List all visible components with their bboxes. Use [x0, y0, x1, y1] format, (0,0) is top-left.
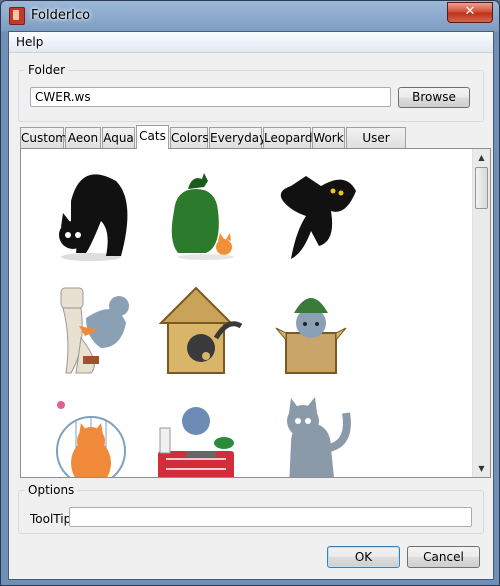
menu-help[interactable]: Help [16, 35, 43, 49]
ok-button[interactable]: OK [327, 546, 400, 568]
app-icon [9, 7, 25, 25]
tooltip-input[interactable] [69, 507, 472, 527]
toilet-cat-art [60, 287, 129, 374]
app-window: FolderIco ✕ Help Folder Browse CustomAeo… [0, 0, 500, 586]
tab-aqua[interactable]: Aqua [102, 127, 135, 148]
tab-work[interactable]: Work [312, 127, 345, 148]
icon-gallery: ▲ ▼ [20, 148, 491, 478]
green-bush-cat-art [171, 173, 234, 260]
tab-everyday[interactable]: Everyday [209, 127, 266, 148]
green-bush-cat-icon[interactable] [146, 157, 246, 265]
doghouse-cat-icon[interactable] [146, 274, 246, 382]
scroll-thumb[interactable] [475, 167, 488, 209]
black-cat-art [59, 174, 128, 261]
birdcage-cat-icon[interactable] [41, 389, 141, 477]
folder-label: Folder [25, 63, 69, 77]
close-button[interactable]: ✕ [447, 2, 493, 23]
folder-input[interactable] [30, 87, 391, 107]
tab-colors[interactable]: Colors [170, 127, 209, 148]
doghouse-cat-art [158, 286, 243, 374]
menu-bar: Help [9, 32, 493, 53]
bat-cat-art [280, 176, 356, 259]
cancel-button[interactable]: Cancel [407, 546, 480, 568]
tab-custom[interactable]: Custom [20, 127, 67, 148]
tab-user-icons[interactable]: User Icons [346, 127, 406, 165]
box-helmet-cat-art [275, 298, 347, 374]
gray-cat-art [287, 397, 351, 477]
toilet-cat-icon[interactable] [41, 274, 141, 382]
scroll-down-button[interactable]: ▼ [473, 460, 490, 477]
tab-leopard[interactable]: Leopard [263, 127, 313, 148]
birdcage-cat-art [56, 401, 126, 477]
gray-cat-icon[interactable] [261, 389, 361, 477]
browse-button[interactable]: Browse [398, 87, 470, 108]
tooltip-label: ToolTip [30, 512, 72, 526]
title-bar[interactable]: FolderIco ✕ [1, 1, 499, 31]
bat-cat-icon[interactable] [261, 157, 361, 265]
black-cat-icon[interactable] [41, 157, 141, 265]
shopping-basket-cat-icon[interactable] [146, 389, 246, 477]
shopping-basket-cat-art [158, 407, 234, 477]
client-area: Help Folder Browse CustomAeonAquaCatsCol… [8, 31, 494, 580]
tab-aeon[interactable]: Aeon [65, 127, 101, 148]
window-title: FolderIco [31, 8, 91, 23]
tab-cats[interactable]: Cats [136, 125, 169, 149]
scroll-up-button[interactable]: ▲ [473, 149, 490, 166]
box-helmet-cat-icon[interactable] [261, 274, 361, 382]
vertical-scrollbar[interactable]: ▲ ▼ [472, 149, 490, 477]
options-label: Options [25, 483, 78, 497]
